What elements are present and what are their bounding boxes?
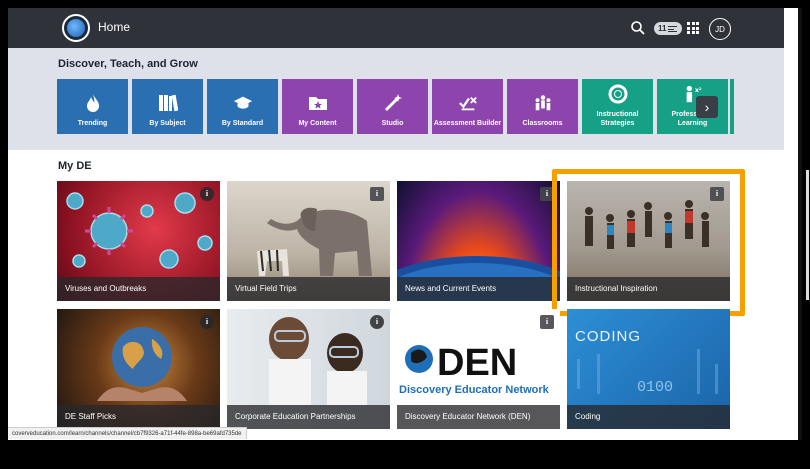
tile-overflow-edge: [730, 79, 734, 134]
tile-label: My Content: [298, 120, 337, 127]
tile-label: Instructional Strategies: [596, 111, 639, 127]
flame-icon: [83, 93, 103, 113]
window-edge: [798, 8, 802, 440]
tile-studio[interactable]: Studio: [357, 79, 428, 134]
lifebuoy-icon: [608, 84, 628, 104]
tile-label: Studio: [381, 120, 404, 127]
card-title: DE Staff Picks: [57, 405, 220, 429]
den-logo-text: DEN: [437, 342, 517, 384]
status-bar-url: coverveducation.com/learn/channels/chann…: [8, 427, 247, 439]
search-icon[interactable]: [630, 20, 646, 36]
channel-card-coding[interactable]: CODING 0100 Coding: [567, 309, 730, 429]
channel-card-de-staff-picks[interactable]: i DE Staff Picks: [57, 309, 220, 429]
carousel-next-button[interactable]: ›: [696, 96, 718, 118]
adjacent-window-edge: [806, 170, 809, 300]
highlight-box: [552, 169, 745, 316]
graduation-cap-icon: [233, 93, 253, 113]
home-link[interactable]: Home: [98, 20, 130, 34]
coding-overlay-text: CODING: [575, 328, 641, 345]
apps-grid-icon[interactable]: [687, 22, 699, 34]
coding-digits: 0100: [637, 379, 673, 396]
card-title: Coding: [567, 405, 730, 429]
channel-card-virtual-field-trips[interactable]: i Virtual Field Trips: [227, 181, 390, 301]
card-title: Virtual Field Trips: [227, 277, 390, 301]
chevron-right-icon: ›: [704, 99, 710, 115]
books-icon: [158, 93, 178, 113]
channel-card-den[interactable]: DEN Discovery Educator Network i Discove…: [397, 309, 560, 429]
people-icon: [533, 93, 553, 113]
card-title: News and Current Events: [397, 277, 560, 301]
tile-label: Assessment Builder: [433, 120, 502, 127]
top-navigation-bar: Home 11 JD: [8, 8, 784, 48]
tile-label: Trending: [77, 120, 108, 127]
discover-section: Discover, Teach, and Grow Trending By Su…: [8, 48, 784, 150]
info-icon[interactable]: i: [540, 315, 554, 329]
info-icon[interactable]: i: [200, 187, 214, 201]
channel-card-corporate-education[interactable]: i Corporate Education Partnerships: [227, 309, 390, 429]
notification-badge[interactable]: 11: [654, 22, 682, 35]
tile-label: By Standard: [221, 120, 264, 127]
user-avatar[interactable]: JD: [709, 18, 731, 40]
channel-card-viruses[interactable]: i Viruses and Outbreaks: [57, 181, 220, 301]
tile-instructional-strategies[interactable]: Instructional Strategies: [582, 79, 653, 134]
section-title: Discover, Teach, and Grow: [58, 58, 198, 70]
card-title: Corporate Education Partnerships: [227, 405, 390, 429]
tile-label: By Subject: [149, 120, 186, 127]
tile-label: Classrooms: [522, 120, 563, 127]
tile-trending[interactable]: Trending: [57, 79, 128, 134]
tile-assessment-builder[interactable]: Assessment Builder: [432, 79, 503, 134]
globe-icon: [67, 19, 85, 37]
tile-by-standard[interactable]: By Standard: [207, 79, 278, 134]
my-de-title: My DE: [58, 160, 92, 172]
tile-by-subject[interactable]: By Subject: [132, 79, 203, 134]
info-icon[interactable]: i: [370, 187, 384, 201]
list-icon: [668, 25, 678, 32]
card-title: Discovery Educator Network (DEN): [397, 405, 560, 429]
svg-text:x²: x²: [694, 87, 701, 94]
star-folder-icon: [308, 93, 328, 113]
card-title: Viruses and Outbreaks: [57, 277, 220, 301]
info-icon[interactable]: i: [200, 315, 214, 329]
channel-card-news[interactable]: i News and Current Events: [397, 181, 560, 301]
discovery-education-logo[interactable]: [62, 14, 90, 42]
check-x-icon: [458, 93, 478, 113]
magic-wand-icon: [383, 93, 403, 113]
tile-classrooms[interactable]: Classrooms: [507, 79, 578, 134]
info-icon[interactable]: i: [370, 315, 384, 329]
notification-count: 11: [658, 24, 667, 33]
tile-my-content[interactable]: My Content: [282, 79, 353, 134]
den-logo-subtitle: Discovery Educator Network: [399, 384, 550, 396]
